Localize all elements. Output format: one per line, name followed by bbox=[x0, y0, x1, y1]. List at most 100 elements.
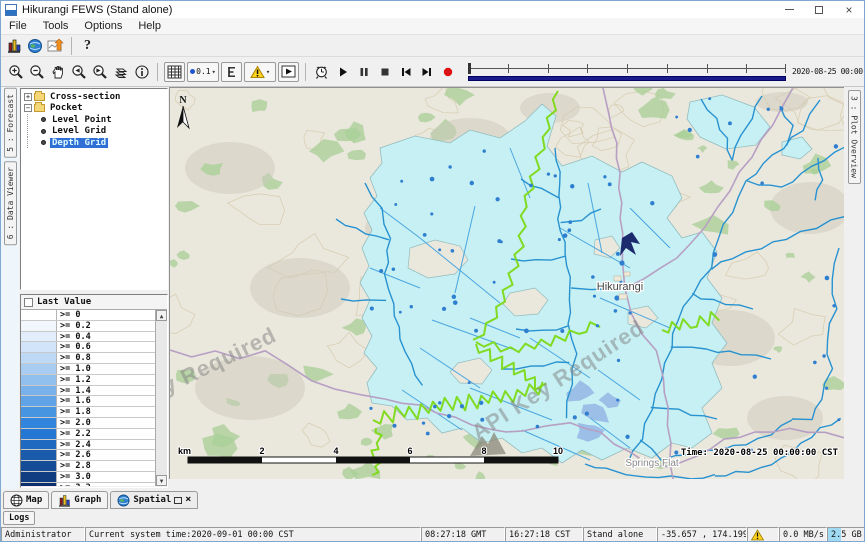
legend-row: >= 0.6 bbox=[21, 342, 155, 353]
step-back-button[interactable] bbox=[395, 62, 416, 82]
hand-icon bbox=[50, 64, 66, 80]
legend-swatch bbox=[21, 396, 57, 406]
legend-row: >= 3.0 bbox=[21, 472, 155, 483]
close-panel-icon[interactable]: × bbox=[185, 495, 191, 505]
zoom-in-button[interactable] bbox=[5, 62, 26, 82]
status-cell-alerts[interactable] bbox=[747, 527, 779, 542]
last-value-checkbox[interactable] bbox=[24, 298, 33, 307]
scale-tick-label: 8 bbox=[481, 446, 486, 456]
scroll-down-icon[interactable]: ▼ bbox=[156, 475, 167, 486]
tab-graph-label: Graph bbox=[74, 495, 101, 505]
layers-button[interactable] bbox=[110, 62, 131, 82]
menu-help[interactable]: Help bbox=[130, 20, 169, 32]
zoom-next-button[interactable] bbox=[89, 62, 110, 82]
minimize-button[interactable] bbox=[774, 1, 804, 18]
close-button[interactable]: × bbox=[834, 1, 864, 18]
profile-button[interactable] bbox=[221, 62, 242, 82]
zoom-out-icon bbox=[29, 64, 45, 80]
pan-button[interactable] bbox=[47, 62, 68, 82]
layers-icon bbox=[113, 64, 129, 80]
legend-row: >= 1.0 bbox=[21, 364, 155, 375]
stop-icon bbox=[378, 65, 392, 79]
restore-panel-icon[interactable] bbox=[174, 497, 182, 504]
legend-scrollbar[interactable]: ▲ ▼ bbox=[155, 310, 167, 486]
legend-threshold-label: >= 1.0 bbox=[57, 364, 155, 374]
map-time-label: Time: 2020-08-25 00:00:00 CST bbox=[681, 447, 839, 458]
tree-item-label: Cross-section bbox=[48, 92, 122, 102]
animation-settings-button[interactable] bbox=[311, 62, 332, 82]
data-display-button[interactable] bbox=[3, 36, 24, 56]
status-cell-memory-usage: 2.5 GB bbox=[827, 527, 865, 542]
app-logo-icon bbox=[5, 4, 17, 16]
zoom-in-icon bbox=[8, 64, 24, 80]
legend-row: >= 3.2 bbox=[21, 483, 155, 486]
tab-data-viewer[interactable]: 6 : Data Viewer bbox=[4, 161, 17, 245]
animation-window-button[interactable] bbox=[278, 62, 299, 82]
menu-options[interactable]: Options bbox=[76, 20, 130, 32]
window-title: Hikurangi FEWS (Stand alone) bbox=[22, 4, 172, 16]
maximize-button[interactable] bbox=[804, 1, 834, 18]
tree-item[interactable]: Depth Grid bbox=[23, 137, 167, 149]
map-canvas[interactable]: API Key Required API Key Required Hikura… bbox=[169, 87, 844, 479]
tab-map[interactable]: Map bbox=[3, 491, 49, 509]
thresholds-dropdown[interactable]: ▾ bbox=[244, 62, 276, 82]
zoom-out-button[interactable] bbox=[26, 62, 47, 82]
time-slider[interactable] bbox=[468, 62, 786, 82]
legend-threshold-label: >= 0.8 bbox=[57, 353, 155, 363]
tab-spatial[interactable]: Spatial × bbox=[110, 491, 198, 509]
scale-tick-label: 6 bbox=[407, 446, 412, 456]
legend-swatch bbox=[21, 483, 57, 486]
status-text: 0.0 MB/s bbox=[783, 530, 824, 540]
tree-connector bbox=[27, 114, 40, 125]
zoom-previous-button[interactable] bbox=[68, 62, 89, 82]
scale-tick-label: 2 bbox=[259, 446, 264, 456]
pause-button[interactable] bbox=[353, 62, 374, 82]
minimize-icon bbox=[785, 9, 794, 10]
legend-row: >= 2.2 bbox=[21, 429, 155, 440]
tree-item[interactable]: Level Point bbox=[23, 114, 167, 126]
logs-button[interactable]: Logs bbox=[3, 511, 35, 525]
scroll-up-icon[interactable]: ▲ bbox=[156, 310, 167, 321]
legend-swatch bbox=[21, 440, 57, 450]
tree-item[interactable]: Level Grid bbox=[23, 126, 167, 138]
wire-globe-icon bbox=[10, 494, 23, 507]
legend-swatch bbox=[21, 386, 57, 396]
contour-interval-dropdown[interactable]: 0.1 ▾ bbox=[187, 62, 219, 82]
tab-spatial-label: Spatial bbox=[133, 495, 171, 505]
toolbar-separator bbox=[71, 37, 72, 55]
status-text: 16:27:18 CST bbox=[509, 530, 570, 540]
menu-tools[interactable]: Tools bbox=[35, 20, 77, 32]
tree-item-label: Level Grid bbox=[50, 126, 108, 136]
right-tab-strip: 3 : Plot Overview bbox=[844, 87, 864, 489]
stop-button[interactable] bbox=[374, 62, 395, 82]
toolbar-separator bbox=[157, 63, 158, 81]
bottom-tab-bar: Map Graph Spatial × bbox=[1, 489, 864, 509]
legend-row: >= 0.2 bbox=[21, 321, 155, 332]
play-frame-icon bbox=[281, 65, 296, 78]
legend-panel: Last Value >= 0>= 0.2>= 0.4>= 0.6>= 0.8>… bbox=[20, 294, 168, 488]
help-button[interactable]: ? bbox=[77, 36, 98, 56]
step-forward-button[interactable] bbox=[416, 62, 437, 82]
tree-expand-toggle[interactable]: + bbox=[24, 93, 32, 101]
tab-plot-overview[interactable]: 3 : Plot Overview bbox=[848, 90, 861, 184]
tree-expand-toggle[interactable]: − bbox=[24, 104, 32, 112]
info-button[interactable] bbox=[131, 62, 152, 82]
left-tab-strip: 5 : Forecast 6 : Data Viewer bbox=[1, 87, 19, 489]
record-button[interactable] bbox=[437, 62, 458, 82]
legend-row: >= 2.4 bbox=[21, 440, 155, 451]
menu-file[interactable]: File bbox=[1, 20, 35, 32]
tree-item[interactable]: −Pocket bbox=[23, 103, 167, 115]
spatial-display-button[interactable] bbox=[24, 36, 45, 56]
grid-display-button[interactable] bbox=[164, 62, 185, 82]
tree-connector bbox=[27, 137, 40, 148]
time-slider-tick bbox=[746, 64, 747, 73]
time-slider-handle[interactable] bbox=[468, 63, 471, 74]
tab-graph[interactable]: Graph bbox=[51, 491, 108, 509]
timeseries-dialog-button[interactable] bbox=[45, 36, 66, 56]
tree-item[interactable]: + Cross-section bbox=[23, 91, 167, 103]
play-button[interactable] bbox=[332, 62, 353, 82]
legend-swatch bbox=[21, 450, 57, 460]
legend-swatch bbox=[21, 310, 57, 320]
tab-forecast[interactable]: 5 : Forecast bbox=[4, 88, 17, 158]
status-text: Current system time:2020-09-01 00:00 CST bbox=[89, 530, 294, 540]
